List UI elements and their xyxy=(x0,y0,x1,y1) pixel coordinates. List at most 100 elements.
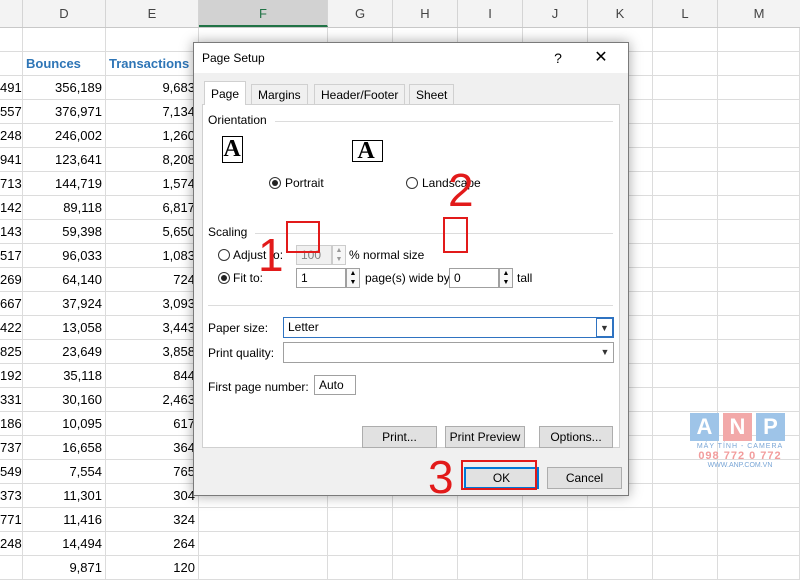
grid-cell-c[interactable]: 186 xyxy=(0,412,23,436)
close-button[interactable]: ✕ xyxy=(588,47,614,69)
grid-cell-m[interactable] xyxy=(718,388,800,412)
portrait-label[interactable]: Portrait xyxy=(285,176,324,190)
grid-cell-f[interactable] xyxy=(199,532,328,556)
grid-cell-d[interactable]: 16,658 xyxy=(23,436,106,460)
grid-cell-l[interactable] xyxy=(653,172,718,196)
column-header-d[interactable]: D xyxy=(23,0,106,27)
adjust-to-radio[interactable] xyxy=(218,249,230,261)
grid-cell-c[interactable]: 269 xyxy=(0,268,23,292)
grid-cell-e[interactable]: 2,463 xyxy=(106,388,199,412)
grid-cell-l[interactable] xyxy=(653,28,718,52)
grid-cell-c[interactable]: 713 xyxy=(0,172,23,196)
grid-cell-i[interactable] xyxy=(458,532,523,556)
grid-cell-m[interactable] xyxy=(718,220,800,244)
grid-cell-c[interactable]: 143 xyxy=(0,220,23,244)
grid-cell-e[interactable]: 6,817 xyxy=(106,196,199,220)
grid-cell-e[interactable]: 617 xyxy=(106,412,199,436)
column-header-e[interactable]: E xyxy=(106,0,199,27)
column-header-m[interactable]: M xyxy=(718,0,800,27)
grid-cell-c[interactable] xyxy=(0,52,23,76)
tab-header-footer[interactable]: Header/Footer xyxy=(314,84,406,104)
grid-cell-e[interactable]: 364 xyxy=(106,436,199,460)
grid-cell-m[interactable] xyxy=(718,316,800,340)
grid-cell-i[interactable] xyxy=(458,508,523,532)
grid-cell-m[interactable] xyxy=(718,292,800,316)
grid-cell-c[interactable]: 192 xyxy=(0,364,23,388)
grid-cell-e[interactable]: 724 xyxy=(106,268,199,292)
grid-cell-h[interactable] xyxy=(393,532,458,556)
grid-cell-m[interactable] xyxy=(718,556,800,580)
grid-cell-d[interactable]: Bounces xyxy=(23,52,106,76)
grid-cell-m[interactable] xyxy=(718,244,800,268)
grid-cell-c[interactable] xyxy=(0,556,23,580)
grid-cell-c[interactable]: 737 xyxy=(0,436,23,460)
grid-cell-c[interactable]: 331 xyxy=(0,388,23,412)
grid-cell-c[interactable]: 491 xyxy=(0,76,23,100)
grid-cell-c[interactable]: 667 xyxy=(0,292,23,316)
grid-cell-c[interactable]: 248 xyxy=(0,532,23,556)
grid-cell-d[interactable]: 11,301 xyxy=(23,484,106,508)
grid-cell-f[interactable] xyxy=(199,508,328,532)
paper-size-dropdown[interactable]: Letter ▼ xyxy=(283,317,614,338)
grid-cell-e[interactable]: 120 xyxy=(106,556,199,580)
grid-cell-d[interactable]: 376,971 xyxy=(23,100,106,124)
grid-cell-d[interactable]: 96,033 xyxy=(23,244,106,268)
adjust-to-spinner[interactable]: ▲ ▼ xyxy=(332,245,346,265)
grid-cell-m[interactable] xyxy=(718,148,800,172)
grid-cell-m[interactable] xyxy=(718,100,800,124)
grid-cell-l[interactable] xyxy=(653,196,718,220)
grid-cell-d[interactable]: 356,189 xyxy=(23,76,106,100)
grid-cell-d[interactable]: 246,002 xyxy=(23,124,106,148)
grid-cell-c[interactable] xyxy=(0,28,23,52)
grid-cell-d[interactable]: 9,871 xyxy=(23,556,106,580)
grid-cell-l[interactable] xyxy=(653,484,718,508)
grid-cell-d[interactable]: 13,058 xyxy=(23,316,106,340)
grid-cell-h[interactable] xyxy=(393,508,458,532)
column-header-c[interactable] xyxy=(0,0,23,27)
grid-cell-l[interactable] xyxy=(653,220,718,244)
grid-cell-j[interactable] xyxy=(523,532,588,556)
pages-wide-input[interactable]: 1 xyxy=(296,268,346,288)
grid-cell-l[interactable] xyxy=(653,52,718,76)
grid-cell-l[interactable] xyxy=(653,124,718,148)
print-button[interactable]: Print... xyxy=(362,426,437,448)
pages-tall-spinner[interactable]: ▲ ▼ xyxy=(499,268,513,288)
grid-cell-h[interactable] xyxy=(393,556,458,580)
grid-cell-c[interactable]: 549 xyxy=(0,460,23,484)
tab-margins[interactable]: Margins xyxy=(251,84,308,104)
chevron-down-icon[interactable]: ▼ xyxy=(597,343,613,362)
grid-cell-j[interactable] xyxy=(523,556,588,580)
grid-cell-m[interactable] xyxy=(718,124,800,148)
grid-cell-k[interactable] xyxy=(588,556,653,580)
grid-cell-c[interactable]: 557 xyxy=(0,100,23,124)
grid-cell-e[interactable] xyxy=(106,28,199,52)
grid-cell-c[interactable]: 142 xyxy=(0,196,23,220)
grid-cell-e[interactable]: 7,134 xyxy=(106,100,199,124)
chevron-down-icon[interactable]: ▼ xyxy=(596,318,613,337)
column-header-i[interactable]: I xyxy=(458,0,523,27)
first-page-number-input[interactable]: Auto xyxy=(314,375,356,395)
pages-wide-spinner[interactable]: ▲ ▼ xyxy=(346,268,360,288)
grid-cell-j[interactable] xyxy=(523,508,588,532)
grid-cell-e[interactable]: Transactions xyxy=(106,52,199,76)
grid-cell-l[interactable] xyxy=(653,364,718,388)
grid-cell-c[interactable]: 517 xyxy=(0,244,23,268)
help-button[interactable]: ? xyxy=(546,47,570,69)
grid-cell-d[interactable]: 59,398 xyxy=(23,220,106,244)
grid-cell-d[interactable] xyxy=(23,28,106,52)
grid-cell-c[interactable]: 771 xyxy=(0,508,23,532)
grid-cell-d[interactable]: 11,416 xyxy=(23,508,106,532)
column-header-j[interactable]: J xyxy=(523,0,588,27)
grid-cell-l[interactable] xyxy=(653,100,718,124)
grid-cell-d[interactable]: 23,649 xyxy=(23,340,106,364)
grid-cell-d[interactable]: 144,719 xyxy=(23,172,106,196)
grid-cell-l[interactable] xyxy=(653,508,718,532)
grid-cell-e[interactable]: 264 xyxy=(106,532,199,556)
grid-cell-l[interactable] xyxy=(653,268,718,292)
grid-cell-d[interactable]: 37,924 xyxy=(23,292,106,316)
grid-cell-g[interactable] xyxy=(328,556,393,580)
grid-cell-f[interactable] xyxy=(199,556,328,580)
grid-cell-d[interactable]: 10,095 xyxy=(23,412,106,436)
grid-cell-e[interactable]: 324 xyxy=(106,508,199,532)
grid-cell-e[interactable]: 1,574 xyxy=(106,172,199,196)
